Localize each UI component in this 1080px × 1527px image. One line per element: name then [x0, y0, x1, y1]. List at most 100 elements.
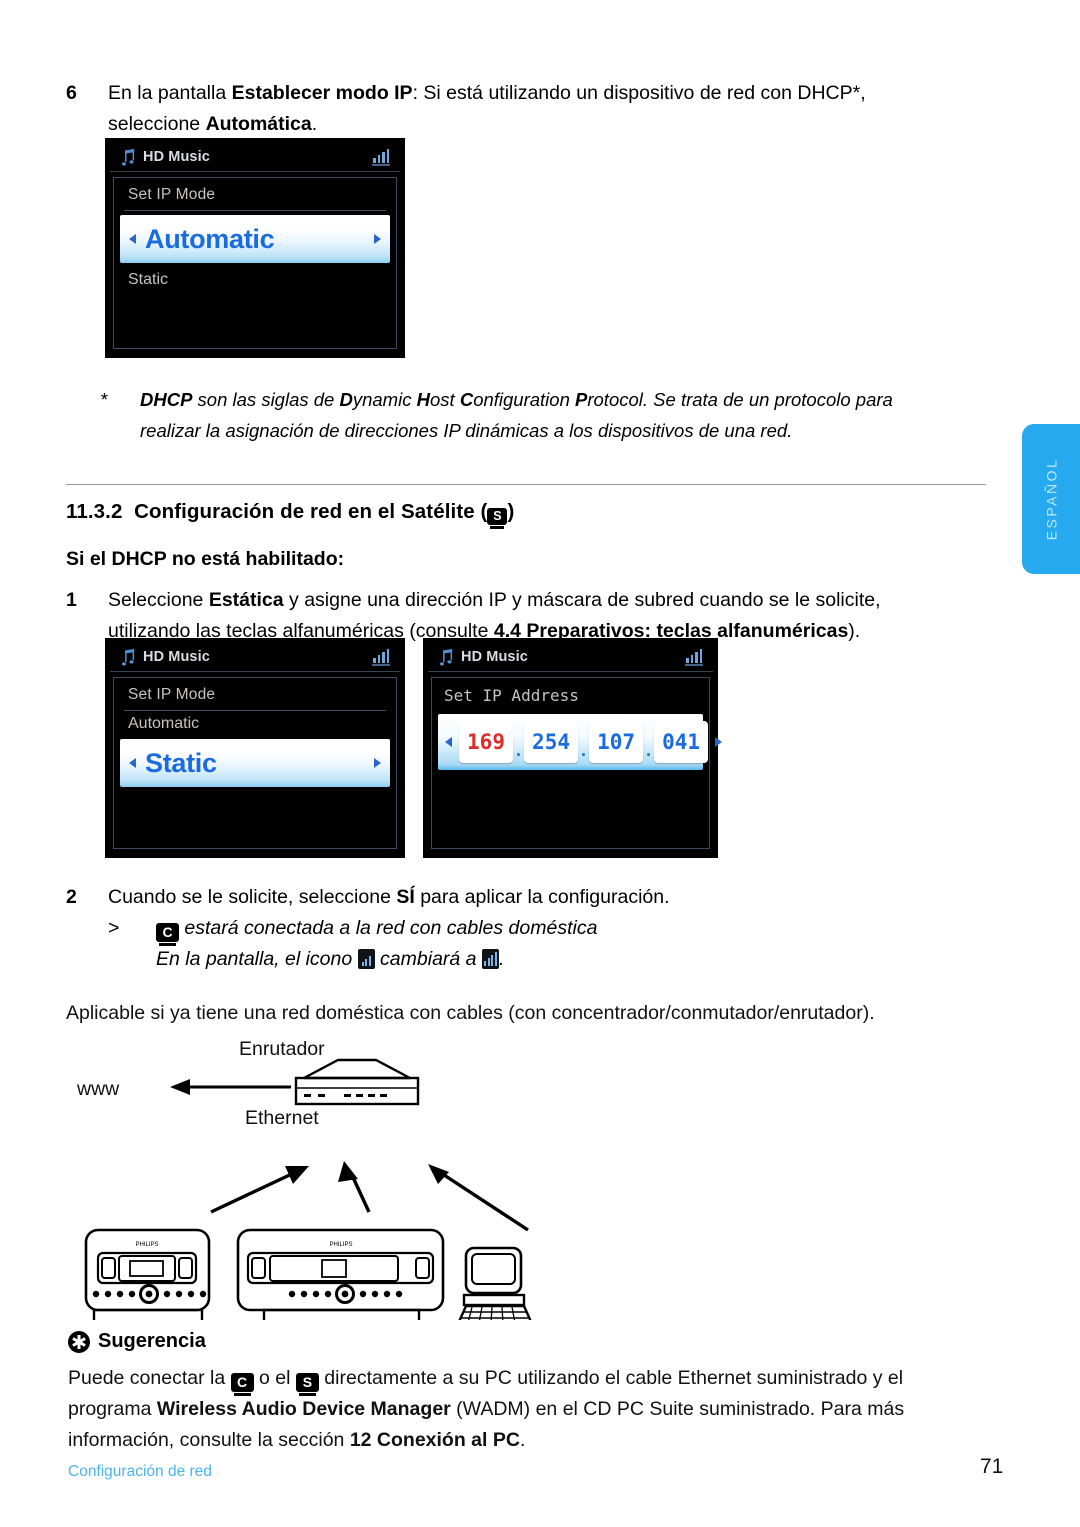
lcd-selected-item-automatic[interactable]: Automatic [120, 215, 390, 263]
tip-t7: . [519, 1429, 526, 1451]
footnote-line2: realizar la asignación de direcciones IP… [140, 420, 793, 441]
connection-arrow-center [338, 1161, 371, 1213]
step-6: 6 En la pantalla Establecer modo IP: Si … [66, 78, 966, 140]
ip-octet-3[interactable]: 107 [589, 721, 644, 763]
connection-arrow-left [210, 1166, 309, 1214]
lcd-screen-label: Set IP Address [444, 686, 579, 705]
step-6-bold-setipmode: Establecer modo IP [231, 82, 413, 104]
footnote-dhcp: * DHCP son las siglas de Dynamic Host Co… [100, 384, 980, 446]
step-2: 2 Cuando se le solicite, seleccione SÍ p… [66, 882, 996, 913]
footer-page-number: 71 [980, 1455, 1004, 1478]
satellite-device-icon: PHILIPS [84, 1228, 211, 1320]
step-1-t4: ). [848, 620, 861, 642]
tip-t4: programa [68, 1398, 157, 1420]
lcd-divider [124, 210, 386, 211]
step-2-t1: Cuando se le solicite, seleccione [108, 886, 397, 908]
center-badge-icon: C [156, 923, 179, 946]
ip-separator-1: . [516, 740, 522, 760]
footnote-d: D [339, 389, 353, 410]
center-device-icon: PHILIPS [236, 1228, 445, 1320]
step-1-t1: Seleccione [108, 589, 209, 611]
step-6-text-part1: En la pantalla [108, 82, 232, 104]
footnote-marker: * [100, 389, 108, 410]
footnote-ost: ost [429, 389, 460, 410]
ip-separator-2: . [581, 740, 587, 760]
tip-t1: Puede conectar la [68, 1367, 231, 1389]
ip-address-editor[interactable]: 169 . 254 . 107 . 041 [438, 714, 723, 770]
lcd-item-automatic[interactable]: Automatic [114, 711, 396, 735]
network-diagram-graphics: PHILIPS PHILIPS [84, 1058, 532, 1320]
left-arrow-icon[interactable] [129, 234, 136, 244]
lcd-statusbar: HD Music [428, 642, 713, 672]
section-title-end: ) [507, 500, 515, 523]
step-2-bold-si: SÍ [396, 886, 415, 908]
ip-octet-1[interactable]: 169 [459, 721, 513, 763]
step-2-result-t2: En la pantalla, el icono [156, 948, 358, 970]
lcd-screen-label: Set IP Mode [128, 186, 216, 203]
ip-octet-2[interactable]: 254 [524, 721, 579, 763]
tip-t5: (WADM) en el CD PC Suite suministrado. P… [450, 1398, 905, 1420]
tip-t3: directamente a su PC utilizando el cable… [318, 1367, 904, 1389]
svg-text:PHILIPS: PHILIPS [329, 1242, 352, 1248]
step-2-result-t3: cambiará a [374, 948, 482, 970]
subheading-dhcp-disabled: Si el DHCP no está habilitado: [66, 548, 345, 570]
satellite-badge-icon: S [295, 1373, 319, 1396]
footnote-text: DHCP son las siglas de Dynamic Host Conf… [140, 384, 893, 446]
section-title: Configuración de red en el Satélite ( [134, 500, 488, 523]
step-1-t2: y asigne una dirección IP y máscara de s… [283, 589, 881, 611]
lcd-selected-item-static[interactable]: Static [120, 739, 390, 787]
signal-strong-icon [481, 949, 499, 969]
lcd-statusbar: HD Music [110, 642, 400, 672]
right-arrow-icon[interactable] [374, 758, 381, 768]
language-side-tab: ESPAÑOL [1022, 424, 1080, 574]
section-divider [66, 484, 986, 485]
step-2-result-text: C estará conectada a la red con cables d… [156, 913, 597, 975]
svg-text:PHILIPS: PHILIPS [135, 1242, 158, 1248]
lcd-selected-label: Automatic [145, 223, 275, 254]
lcd-content: Set IP Address 169 . 254 . 107 . 041 [431, 677, 723, 849]
lcd-screen-label: Set IP Mode [128, 686, 216, 703]
lcd-item-static[interactable]: Static [114, 267, 396, 291]
step-2-number: 2 [66, 886, 77, 908]
footnote-t2: . Se trata de un protocolo para [642, 389, 893, 410]
section-heading: 11.3.2 Configuración de red en el Satéli… [66, 500, 515, 529]
network-diagram: Enrutador www Ethernet PHILIPS PHILIPS [66, 1030, 586, 1320]
lcd-statusbar: HD Music [110, 142, 400, 172]
step-6-bold-automatica: Automática [205, 113, 312, 135]
lcd-title: HD Music [143, 648, 210, 665]
lcd-selected-label: Static [145, 747, 217, 778]
right-arrow-icon[interactable] [715, 737, 723, 747]
router-icon [294, 1058, 420, 1106]
tip-star-icon [68, 1330, 90, 1353]
step-6-text-part3: seleccione [108, 113, 206, 135]
connection-arrow-right [428, 1164, 529, 1232]
www-arrow-icon [170, 1079, 291, 1095]
ip-separator-3: . [646, 740, 652, 760]
music-note-icon [117, 647, 137, 667]
signal-weak-icon [357, 949, 375, 969]
result-bullet: > [108, 917, 120, 939]
ip-octet-4[interactable]: 041 [654, 721, 709, 763]
step-2-result: > C estará conectada a la red con cables… [108, 913, 1008, 975]
footnote-rotocol: rotocol [587, 389, 643, 410]
center-badge-icon: C [230, 1373, 254, 1396]
footnote-ynamic: ynamic [352, 389, 417, 410]
tip-t2: o el [253, 1367, 296, 1389]
tip-bold-wadm: Wireless Audio Device Manager [156, 1398, 451, 1420]
section-number: 11.3.2 [66, 500, 123, 523]
signal-strength-icon [684, 648, 704, 666]
step-6-text-part4: . [311, 113, 318, 135]
footnote-c: C [459, 389, 474, 410]
tip-heading: Sugerencia [68, 1330, 206, 1353]
step-6-text: En la pantalla Establecer modo IP: Si es… [108, 78, 866, 140]
left-arrow-icon[interactable] [445, 737, 452, 747]
footnote-t1: son las siglas de [192, 389, 340, 410]
footer-section-label: Configuración de red [68, 1463, 212, 1480]
right-arrow-icon[interactable] [374, 234, 381, 244]
left-arrow-icon[interactable] [129, 758, 136, 768]
tip-bold-ref: 12 Conexión al PC [349, 1429, 520, 1451]
lcd-content: Set IP Mode Automatic Static [113, 177, 397, 349]
step-1-number: 1 [66, 589, 77, 611]
step-6-text-part2: : Si está utilizando un dispositivo de r… [412, 82, 866, 104]
device-screen-set-ip-mode-automatic: HD Music Set IP Mode Automatic Static [105, 138, 405, 358]
